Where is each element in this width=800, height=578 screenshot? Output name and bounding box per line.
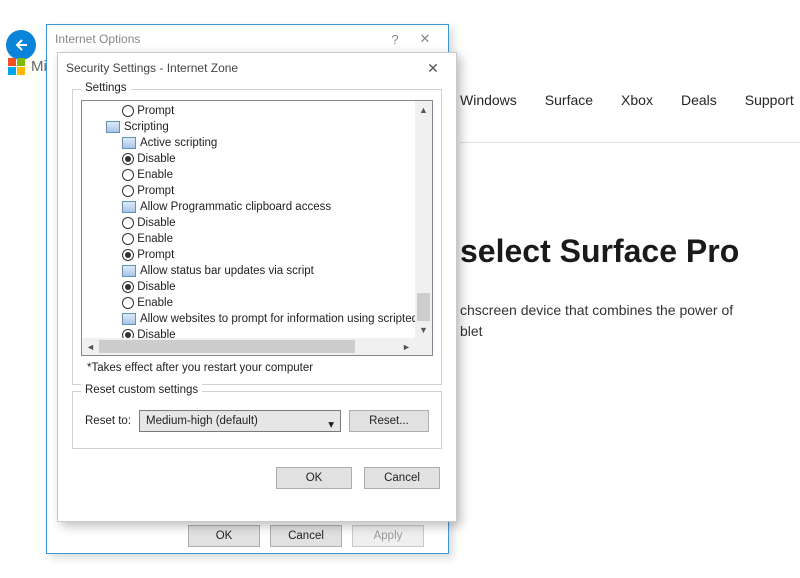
reset-button[interactable]: Reset... bbox=[349, 410, 429, 432]
settings-legend: Settings bbox=[81, 82, 131, 94]
internet-options-title: Internet Options bbox=[55, 32, 380, 46]
reset-legend: Reset custom settings bbox=[81, 384, 202, 396]
security-ok-button[interactable]: OK bbox=[276, 467, 352, 489]
scroll-right-icon[interactable]: ► bbox=[398, 338, 415, 355]
radio-sb-disable[interactable] bbox=[122, 281, 134, 293]
clipboard-icon bbox=[122, 201, 136, 213]
cat-scripting: Scripting bbox=[124, 121, 169, 133]
cat-websites: Allow websites to prompt for information… bbox=[140, 313, 415, 325]
scroll-up-icon[interactable]: ▲ bbox=[415, 101, 432, 118]
radio-sb-enable[interactable] bbox=[122, 297, 134, 309]
active-scripting-icon bbox=[122, 137, 136, 149]
site-nav: Windows Surface Xbox Deals Support bbox=[460, 92, 794, 108]
radio-as-disable[interactable] bbox=[122, 153, 134, 165]
security-close-button[interactable]: ✕ bbox=[418, 60, 448, 77]
settings-group: Settings Prompt Scripting Active scripti… bbox=[72, 89, 442, 385]
back-button[interactable] bbox=[6, 30, 36, 60]
radio-ws-disable[interactable] bbox=[122, 329, 134, 338]
radio-cb-prompt[interactable] bbox=[122, 249, 134, 261]
nav-windows[interactable]: Windows bbox=[460, 92, 517, 108]
close-button[interactable]: ✕ bbox=[410, 31, 440, 47]
radio-cb-enable[interactable] bbox=[122, 233, 134, 245]
nav-surface[interactable]: Surface bbox=[545, 92, 593, 108]
chevron-down-icon: ▾ bbox=[328, 417, 334, 431]
radio-cb-disable[interactable] bbox=[122, 217, 134, 229]
websites-icon bbox=[122, 313, 136, 325]
cat-clipboard: Allow Programmatic clipboard access bbox=[140, 201, 331, 213]
radio-as-enable[interactable] bbox=[122, 169, 134, 181]
scroll-left-icon[interactable]: ◄ bbox=[82, 338, 99, 355]
reset-to-label: Reset to: bbox=[85, 415, 131, 427]
radio-prompt-top[interactable] bbox=[122, 105, 134, 117]
arrow-left-icon bbox=[13, 37, 29, 53]
ms-logo-icon bbox=[8, 58, 25, 75]
security-settings-dialog: Security Settings - Internet Zone ✕ Sett… bbox=[57, 52, 457, 522]
vertical-scrollbar[interactable]: ▲ ▼ bbox=[415, 101, 432, 338]
nav-deals[interactable]: Deals bbox=[681, 92, 717, 108]
security-title: Security Settings - Internet Zone bbox=[66, 61, 418, 75]
page-desc-line2: blet bbox=[460, 323, 483, 339]
io-ok-button[interactable]: OK bbox=[188, 525, 260, 547]
io-apply-button: Apply bbox=[352, 525, 424, 547]
cat-active-scripting: Active scripting bbox=[140, 137, 217, 149]
reset-group: Reset custom settings Reset to: Medium-h… bbox=[72, 391, 442, 449]
nav-xbox[interactable]: Xbox bbox=[621, 92, 653, 108]
hscroll-thumb[interactable] bbox=[99, 340, 355, 353]
scripting-icon bbox=[106, 121, 120, 133]
reset-level-combo[interactable]: Medium-high (default) ▾ bbox=[139, 410, 341, 432]
io-cancel-button[interactable]: Cancel bbox=[270, 525, 342, 547]
page-headline: select Surface Pro bbox=[460, 233, 800, 270]
horizontal-scrollbar[interactable]: ◄ ► bbox=[82, 338, 415, 355]
page-desc-line1: chscreen device that combines the power … bbox=[460, 302, 733, 318]
radio-as-prompt[interactable] bbox=[122, 185, 134, 197]
reset-level-value: Medium-high (default) bbox=[146, 415, 258, 427]
vscroll-thumb[interactable] bbox=[417, 293, 430, 321]
scroll-down-icon[interactable]: ▼ bbox=[415, 321, 432, 338]
settings-tree: Prompt Scripting Active scripting Disabl… bbox=[81, 100, 433, 356]
restart-note: *Takes effect after you restart your com… bbox=[81, 356, 433, 374]
security-cancel-button[interactable]: Cancel bbox=[364, 467, 440, 489]
nav-support[interactable]: Support bbox=[745, 92, 794, 108]
cat-statusbar: Allow status bar updates via script bbox=[140, 265, 314, 277]
statusbar-icon bbox=[122, 265, 136, 277]
help-button[interactable]: ? bbox=[380, 32, 410, 47]
